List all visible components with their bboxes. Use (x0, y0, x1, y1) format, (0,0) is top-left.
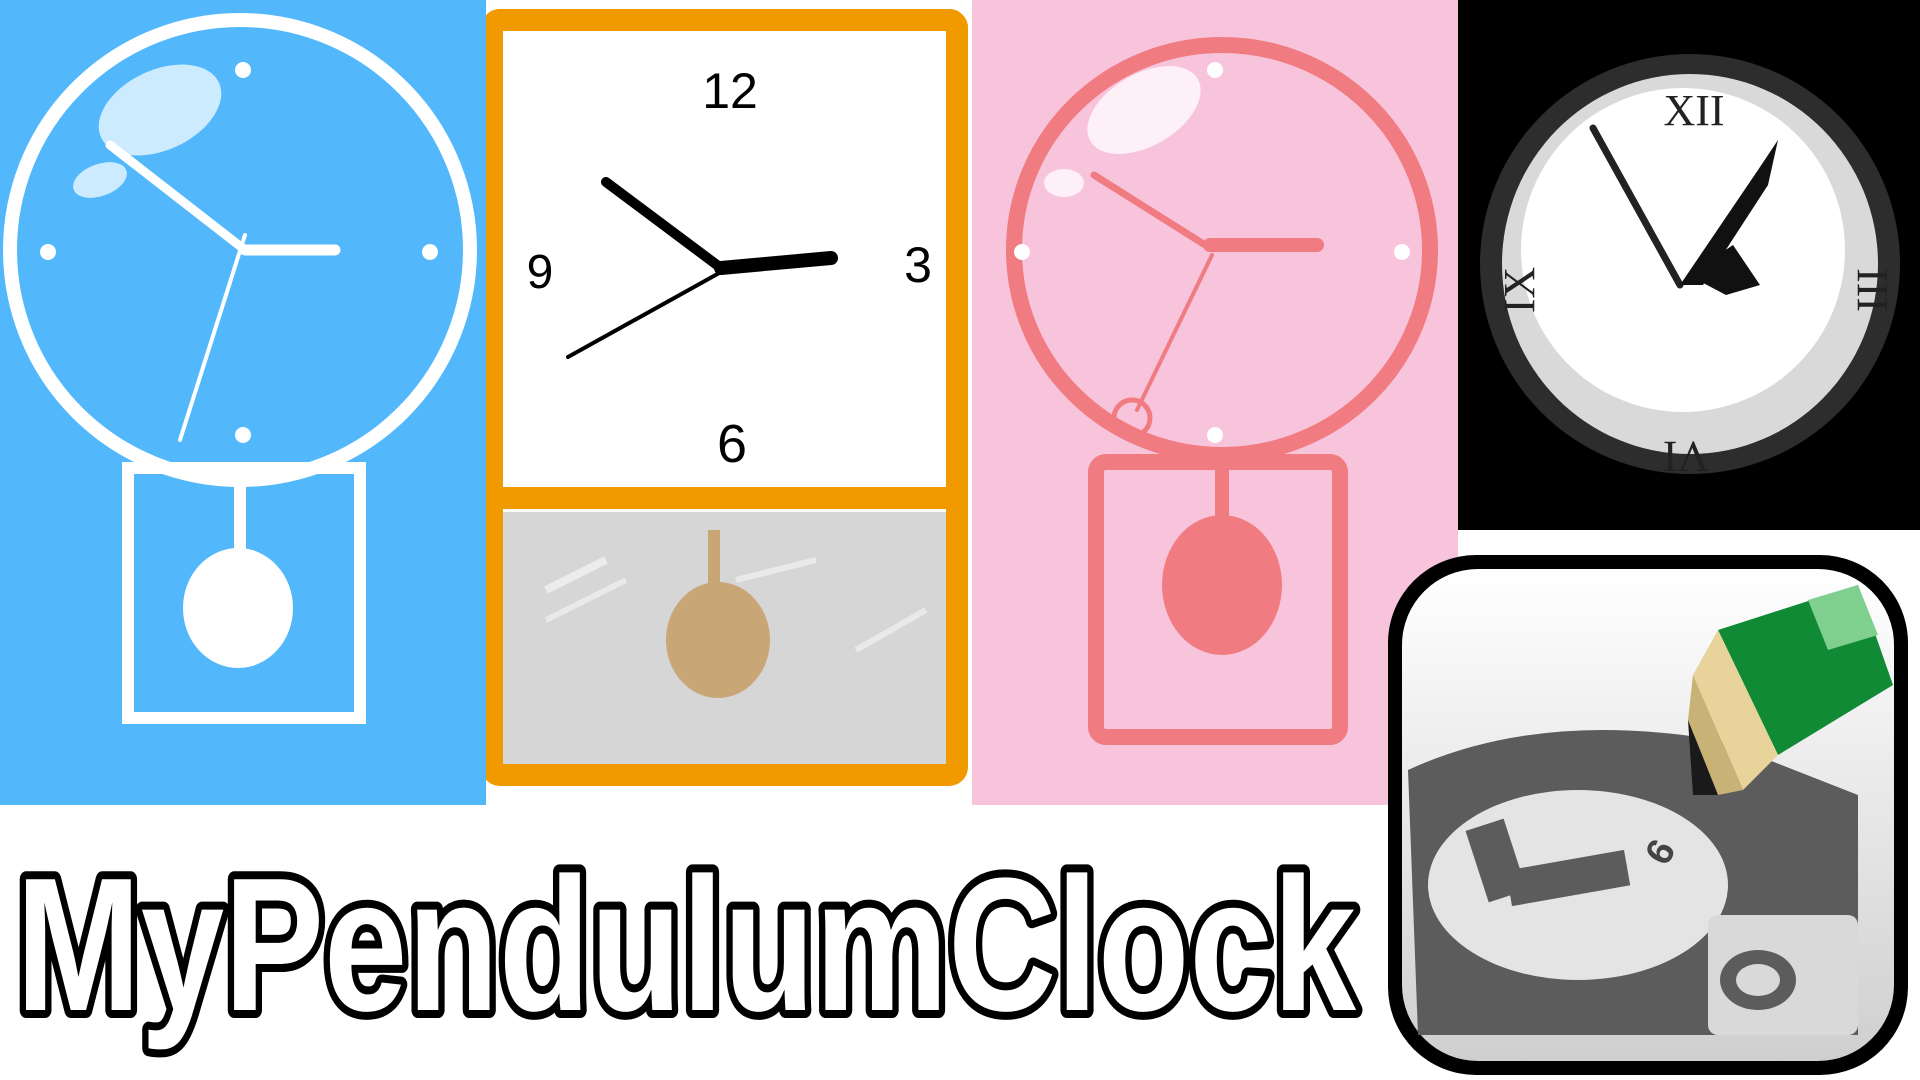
blue-pendulum-clock-illustration (3, 13, 477, 724)
roman-numeral-9: IX (1495, 267, 1544, 313)
orange-pendulum-clock-illustration: 12 3 6 9 (486, 9, 968, 786)
metal-clock-stencil: 6 (1408, 730, 1858, 1035)
classic-roman-clock-illustration: XII III VI IX (1480, 54, 1900, 481)
numeral-6: 6 (717, 414, 747, 474)
numeral-12: 12 (702, 63, 758, 119)
numeral-3: 3 (904, 237, 932, 293)
black-clock-panel[interactable]: XII III VI IX (1458, 0, 1920, 530)
app-icon-artwork: 6 (1402, 569, 1894, 1061)
roman-numeral-3: III (1848, 268, 1897, 312)
orange-clock-panel[interactable]: 12 3 6 9 (486, 0, 972, 805)
roman-numeral-12: XII (1663, 86, 1724, 135)
app-icon[interactable]: 6 (1388, 555, 1908, 1075)
numeral-9: 9 (527, 246, 554, 299)
pink-clock-panel[interactable] (972, 0, 1458, 805)
blue-clock-panel[interactable] (0, 0, 486, 805)
app-title-logo: MyPendulumClock (8, 831, 1364, 1059)
app-title: MyPendulumClock (16, 839, 1356, 1051)
roman-numeral-6: VI (1663, 432, 1709, 481)
pink-pendulum-clock-illustration (1006, 37, 1438, 745)
